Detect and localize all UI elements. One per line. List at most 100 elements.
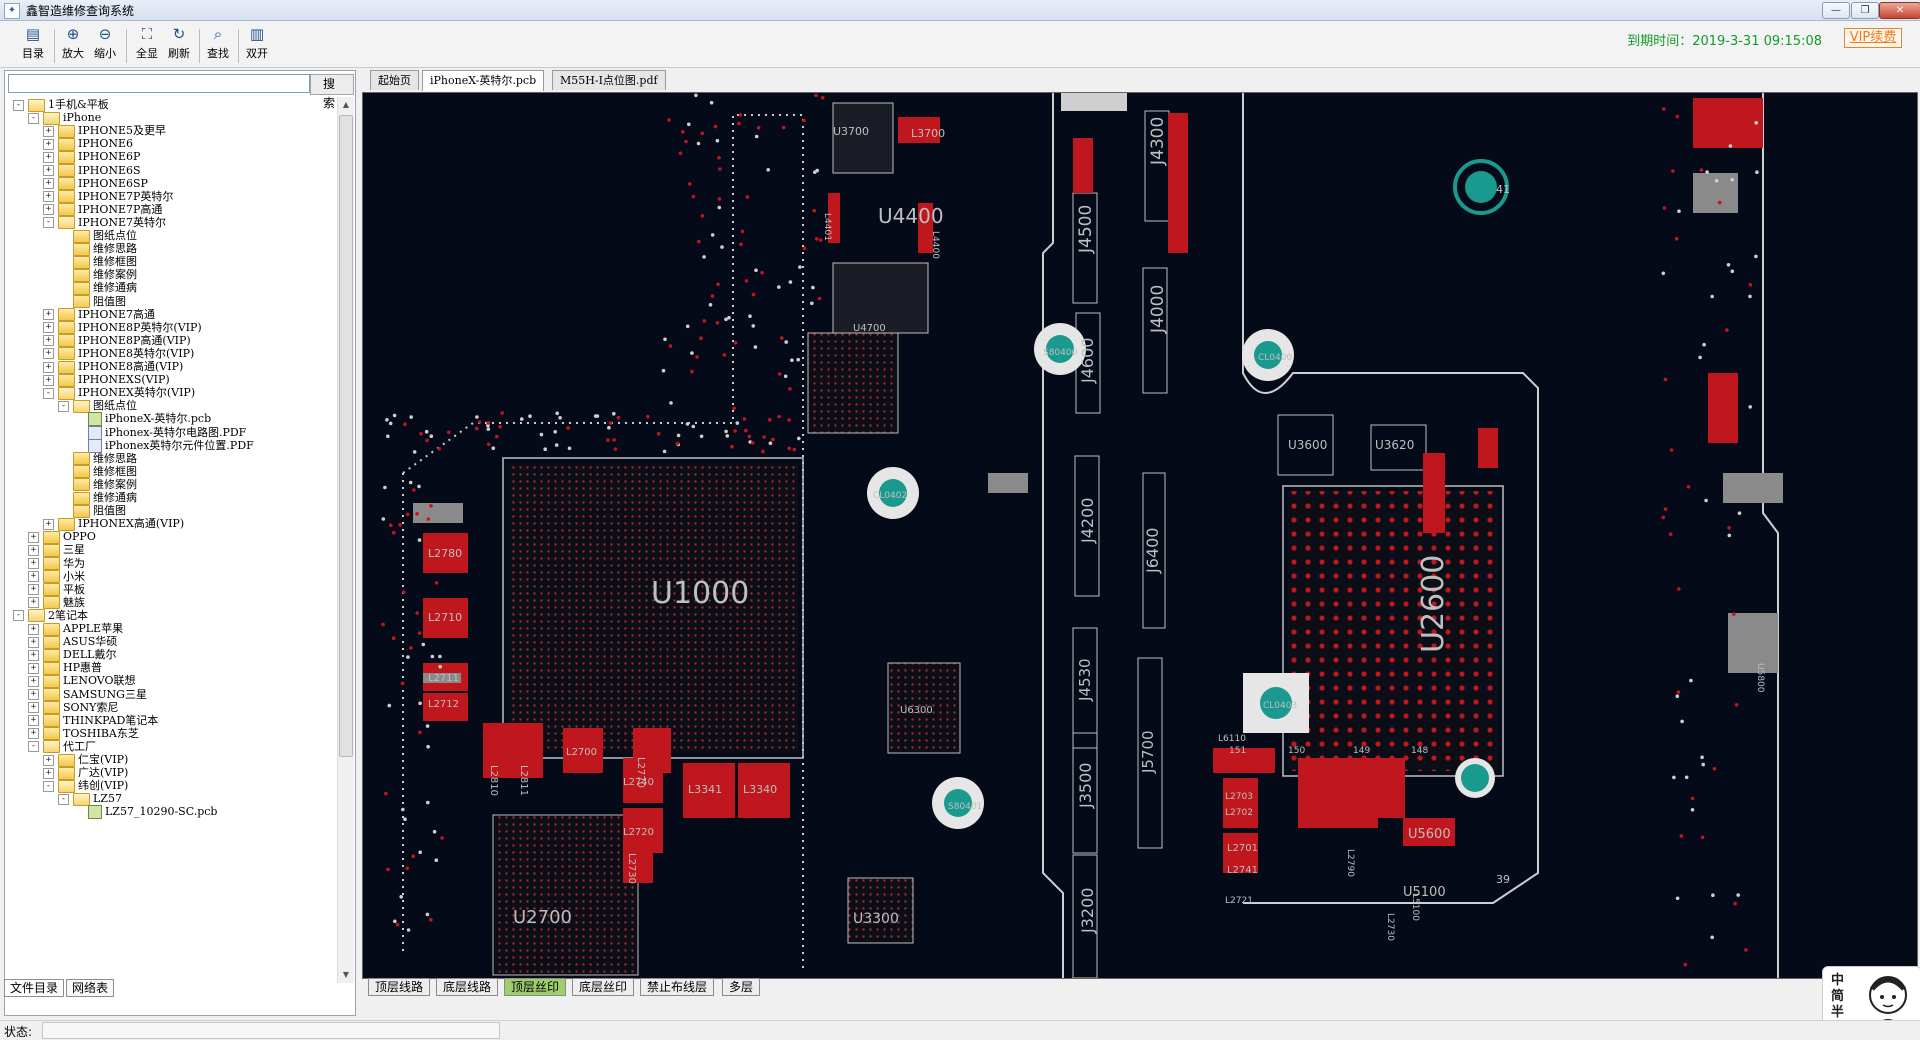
expand-icon[interactable]: +	[43, 309, 54, 321]
pcb-component-label[interactable]: L2730	[626, 853, 637, 884]
expand-icon[interactable]: +	[43, 204, 54, 216]
tab-iphonex-pcb[interactable]: iPhoneX-英特尔.pcb	[422, 70, 545, 91]
expand-icon[interactable]: +	[28, 649, 39, 661]
collapse-icon[interactable]: -	[43, 780, 54, 792]
expand-icon[interactable]: +	[28, 597, 39, 609]
fit-all-button[interactable]: ⛶ 全显	[130, 25, 164, 65]
collapse-icon[interactable]: -	[43, 387, 54, 399]
pcb-component-label[interactable]: L4400	[930, 231, 940, 259]
pcb-component-label[interactable]: J3200	[1078, 888, 1097, 934]
expand-icon[interactable]: +	[43, 138, 54, 150]
expand-icon[interactable]: +	[43, 335, 54, 347]
pcb-component-label[interactable]: L2711	[428, 673, 459, 684]
expand-icon[interactable]: +	[28, 702, 39, 714]
collapse-icon[interactable]: -	[58, 793, 69, 805]
pcb-component-label[interactable]: CL0400	[1258, 353, 1292, 363]
dual-open-button[interactable]: ▥ 双开	[240, 25, 274, 65]
expand-icon[interactable]: +	[28, 584, 39, 596]
pcb-component-label[interactable]: U4400	[878, 204, 944, 228]
catalog-button[interactable]: ▤ 目录	[16, 25, 50, 65]
pcb-component-label[interactable]: L6110	[1218, 734, 1246, 744]
expand-icon[interactable]: +	[43, 767, 54, 779]
pcb-component-label[interactable]: J3500	[1076, 763, 1095, 809]
search-button[interactable]: 搜 索	[310, 74, 354, 110]
pcb-component-label[interactable]: 150	[1288, 746, 1305, 756]
pcb-component-label[interactable]: CL0403	[1263, 701, 1297, 711]
expand-icon[interactable]: +	[43, 151, 54, 163]
pcb-component-label[interactable]: L2730	[1385, 913, 1395, 941]
pcb-component-label[interactable]: 148	[1411, 746, 1428, 756]
expand-icon[interactable]: +	[43, 518, 54, 530]
tab-m55h-pdf[interactable]: M55H-I点位图.pdf	[552, 70, 666, 90]
pcb-component-label[interactable]: L2721	[1225, 896, 1253, 906]
pcb-component-label[interactable]: L2710	[428, 611, 462, 624]
expand-icon[interactable]: +	[43, 322, 54, 334]
tab-multilayer[interactable]: 多层	[722, 978, 761, 996]
pcb-component-label[interactable]: S80400	[1043, 348, 1078, 358]
pcb-component-label[interactable]: J4300	[1148, 117, 1168, 166]
expand-icon[interactable]: +	[28, 571, 39, 583]
expand-icon[interactable]: +	[28, 675, 39, 687]
pcb-component-label[interactable]: U5600	[1408, 827, 1451, 842]
expand-icon[interactable]: +	[43, 125, 54, 137]
vip-renew-button[interactable]: VIP续费	[1844, 28, 1902, 48]
expand-icon[interactable]: +	[43, 178, 54, 190]
expand-icon[interactable]: +	[28, 531, 39, 543]
refresh-button[interactable]: ↻ 刷新	[162, 25, 196, 65]
search-input[interactable]	[8, 74, 310, 93]
minimize-button[interactable]: —	[1822, 2, 1850, 19]
tab-bottom-silk[interactable]: 底层丝印	[572, 978, 635, 996]
pcb-component-label[interactable]: L2702	[1225, 808, 1253, 818]
pcb-component-label[interactable]: 39	[1496, 873, 1510, 886]
zoom-out-button[interactable]: ⊖ 缩小	[88, 25, 122, 65]
expand-icon[interactable]: +	[28, 715, 39, 727]
expand-icon[interactable]: +	[28, 623, 39, 635]
pcb-component-label[interactable]: L2703	[1225, 792, 1253, 802]
pcb-component-label[interactable]: U3620	[1375, 438, 1414, 452]
pcb-component-label[interactable]: 41	[1496, 183, 1510, 196]
tab-keepout[interactable]: 禁止布线层	[640, 978, 715, 996]
collapse-icon[interactable]: -	[43, 217, 54, 229]
pcb-component-label[interactable]: U3300	[853, 911, 899, 927]
pcb-component-label[interactable]: L3700	[911, 127, 945, 140]
pcb-component-label[interactable]: U4700	[853, 323, 886, 334]
scroll-down-icon[interactable]: ▼	[338, 967, 354, 983]
tab-top-trace[interactable]: 顶层线路	[368, 978, 431, 996]
pcb-component-label[interactable]: L3341	[688, 783, 722, 796]
pcb-component-label[interactable]: U3700	[833, 125, 869, 138]
tab-top-silk[interactable]: 顶层丝印	[504, 978, 567, 996]
scroll-up-icon[interactable]: ▲	[338, 97, 354, 113]
pcb-board-drawing[interactable]: U3700 L3700 U4400 L4401 L4400 U4700 U1000 J4500…	[363, 93, 1917, 978]
expand-icon[interactable]: +	[43, 165, 54, 176]
pcb-component-label[interactable]: L2740	[623, 777, 654, 788]
pcb-component-label[interactable]: J4530	[1076, 658, 1094, 702]
expand-icon[interactable]: +	[43, 361, 54, 373]
pcb-component-label[interactable]: L2741	[1227, 865, 1258, 876]
pcb-component-label[interactable]: L2811	[518, 765, 529, 796]
pcb-component-label[interactable]: L3340	[743, 783, 777, 796]
pcb-component-label[interactable]: U1000	[651, 576, 749, 611]
collapse-icon[interactable]: -	[13, 610, 24, 622]
pcb-component-label[interactable]: L2720	[623, 827, 654, 838]
collapse-icon[interactable]: -	[28, 741, 39, 753]
pcb-component-label[interactable]: L2790	[1345, 849, 1355, 877]
find-button[interactable]: ⌕ 查找	[201, 25, 235, 65]
pcb-component-label[interactable]: L2701	[1227, 843, 1258, 854]
tab-bottom-trace[interactable]: 底层线路	[436, 978, 499, 996]
pcb-component-label[interactable]: L2712	[428, 699, 459, 710]
expand-icon[interactable]: +	[43, 191, 54, 203]
pcb-component-label[interactable]: J4000	[1148, 285, 1168, 334]
pcb-component-label[interactable]: U3600	[1288, 438, 1327, 452]
pcb-viewer[interactable]: U3700 L3700 U4400 L4401 L4400 U4700 U1000 J4500…	[362, 92, 1918, 979]
pcb-component-label[interactable]: U6300	[900, 705, 933, 716]
pcb-component-label[interactable]: J4600	[1078, 338, 1097, 384]
pcb-component-label[interactable]: S80401	[948, 802, 982, 812]
pcb-component-label[interactable]: 151	[1229, 746, 1246, 756]
pcb-component-label[interactable]: L2700	[566, 747, 597, 758]
pcb-component-label[interactable]: L2810	[488, 765, 499, 796]
pcb-component-label[interactable]: J4500	[1076, 205, 1096, 254]
close-button[interactable]: ✕	[1879, 2, 1920, 19]
tab-start-page[interactable]: 起始页	[370, 70, 419, 90]
pcb-component-label[interactable]: U2600	[1416, 555, 1451, 653]
pcb-component-label[interactable]: 149	[1353, 746, 1370, 756]
